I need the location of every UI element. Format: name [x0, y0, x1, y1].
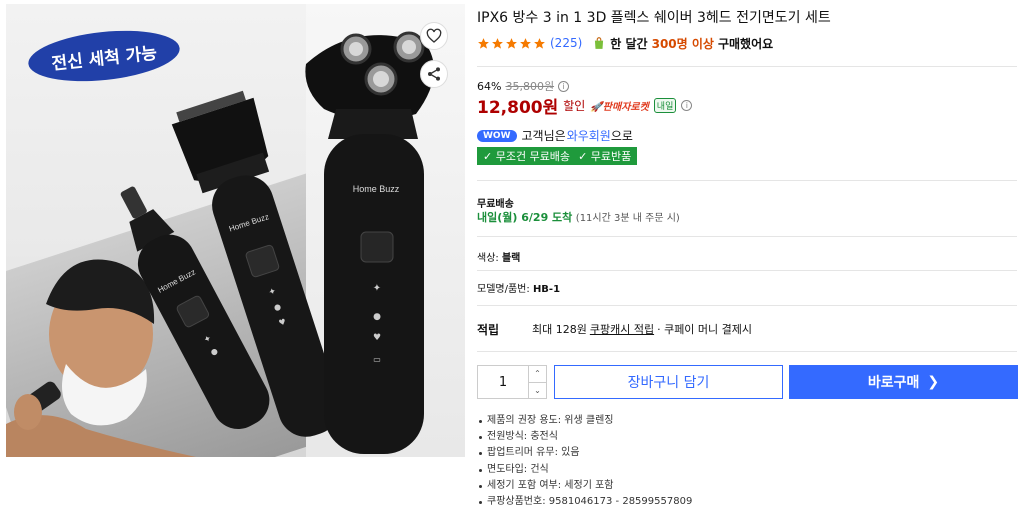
- rocket-label: 판매자로켓: [602, 102, 649, 113]
- buyer-note-prefix: 한 달간: [610, 36, 648, 51]
- shipping-label: 무료배송: [477, 199, 514, 210]
- buyer-note-highlight: 300명 이상: [651, 36, 714, 51]
- star-icon: [520, 37, 531, 49]
- free-shipping-benefit: ✓ 무조건 무료배송: [483, 150, 571, 163]
- info-icon[interactable]: i: [681, 100, 693, 111]
- rotary-shaver: Home Buzz ✦ ● ♥ ▭: [305, 31, 434, 454]
- model-option: 모델명/품번: HB-1: [477, 280, 560, 295]
- svg-text:♥: ♥: [373, 333, 381, 343]
- detail-item: 쿠팡상품번호: 9581046173 - 28599557809: [477, 494, 692, 510]
- points-row: 적립 최대 128원 쿠팡캐시 적립 · 쿠페이 머니 결제시: [477, 321, 752, 338]
- chevron-right-icon: ❯: [927, 374, 940, 390]
- detail-item: 면도타입: 건식: [477, 462, 692, 478]
- buyer-note-suffix: 구매했어요: [717, 36, 774, 51]
- wow-text-after: 으로: [610, 129, 633, 143]
- points-max: 최대 128원: [532, 323, 587, 336]
- discount-rate: 64%: [477, 79, 502, 93]
- wow-badge: WOW: [477, 129, 517, 142]
- star-rating[interactable]: [477, 37, 546, 50]
- star-icon: [534, 37, 545, 49]
- divider: [477, 66, 1017, 67]
- svg-text:✦: ✦: [373, 283, 381, 294]
- star-icon: [478, 37, 489, 49]
- divider: [477, 236, 1017, 237]
- model-label: 모델명/품번:: [477, 284, 530, 295]
- sale-price-row: 12,800원 할인 🚀판매자로켓 내일 i: [477, 93, 693, 118]
- wow-membership-row: WOW 고객님은 와우회원 으로: [477, 127, 633, 144]
- svg-text:▭: ▭: [373, 355, 381, 364]
- review-count-link[interactable]: (225): [550, 36, 582, 50]
- color-label: 색상:: [477, 253, 499, 264]
- share-icon: [428, 67, 440, 81]
- discount-row: 64% 35,800원 i: [477, 78, 570, 94]
- heart-icon: [426, 28, 442, 43]
- detail-item: 팝업트리머 유무: 있음: [477, 445, 692, 461]
- product-details-list: 제품의 권장 용도: 위생 클렌징 전원방식: 충전식 팝업트리머 유무: 있음…: [477, 413, 692, 510]
- buy-now-label: 바로구매: [867, 375, 920, 391]
- color-value: 블랙: [501, 253, 521, 264]
- order-cutoff: (11시간 3분 내 주문 시): [575, 213, 680, 224]
- sale-price: 12,800원: [477, 98, 559, 118]
- divider: [477, 180, 1017, 181]
- model-value: HB-1: [532, 284, 561, 295]
- buy-now-button[interactable]: 바로구매 ❯: [789, 365, 1018, 399]
- free-return-benefit: ✓ 무료반품: [578, 150, 632, 163]
- svg-text:Home Buzz: Home Buzz: [353, 184, 400, 194]
- delivery-row: 내일(월) 6/29 도착 (11시간 3분 내 주문 시): [477, 209, 680, 225]
- star-icon: [506, 37, 517, 49]
- points-condition: · 쿠페이 머니 결제시: [657, 323, 753, 336]
- coupang-cash-link[interactable]: 쿠팡캐시 적립: [590, 321, 654, 338]
- shopping-bag-icon: [595, 37, 604, 49]
- wow-text-before: 고객님은: [521, 129, 566, 143]
- decrease-quantity-button[interactable]: ⌄: [529, 383, 546, 399]
- detail-item: 전원방식: 충전식: [477, 429, 692, 445]
- quantity-stepper[interactable]: 1 ⌃ ⌄: [477, 365, 547, 399]
- divider: [477, 351, 1017, 352]
- star-icon: [492, 37, 503, 49]
- increase-quantity-button[interactable]: ⌃: [529, 366, 546, 383]
- wishlist-button[interactable]: [420, 22, 448, 50]
- detail-item: 세정기 포함 여부: 세정기 포함: [477, 478, 692, 494]
- tomorrow-tag: 내일: [653, 98, 677, 113]
- color-option: 색상: 블랙: [477, 249, 520, 264]
- svg-text:●: ●: [373, 312, 381, 322]
- detail-item: 제품의 권장 용도: 위생 클렌징: [477, 413, 692, 429]
- product-title: IPX6 방수 3 in 1 3D 플렉스 쉐이버 3헤드 전기면도기 세트: [477, 10, 831, 26]
- original-price: 35,800원: [505, 80, 555, 93]
- sale-label: 할인: [563, 99, 586, 113]
- divider: [477, 305, 1017, 306]
- purchase-count-note: 한 달간 300명 이상 구매했어요: [592, 35, 773, 52]
- rating-row: (225) 한 달간 300명 이상 구매했어요: [477, 35, 773, 51]
- product-image[interactable]: Home Buzz ✦ ● Home Buzz ✦ ● ♥ Home Buzz …: [6, 4, 465, 457]
- wow-member-label: 와우회원: [566, 129, 611, 143]
- add-to-cart-button[interactable]: 장바구니 담기: [554, 365, 783, 399]
- divider: [477, 270, 1017, 271]
- share-button[interactable]: [420, 60, 448, 88]
- info-icon[interactable]: i: [558, 80, 570, 92]
- points-title: 적립: [477, 323, 500, 337]
- quantity-input[interactable]: 1: [478, 366, 528, 398]
- wow-benefits-box: ✓ 무조건 무료배송 ✓ 무료반품: [477, 147, 638, 165]
- rocket-badge: 🚀판매자로켓: [590, 102, 649, 113]
- delivery-date: 내일(월) 6/29 도착: [477, 211, 573, 224]
